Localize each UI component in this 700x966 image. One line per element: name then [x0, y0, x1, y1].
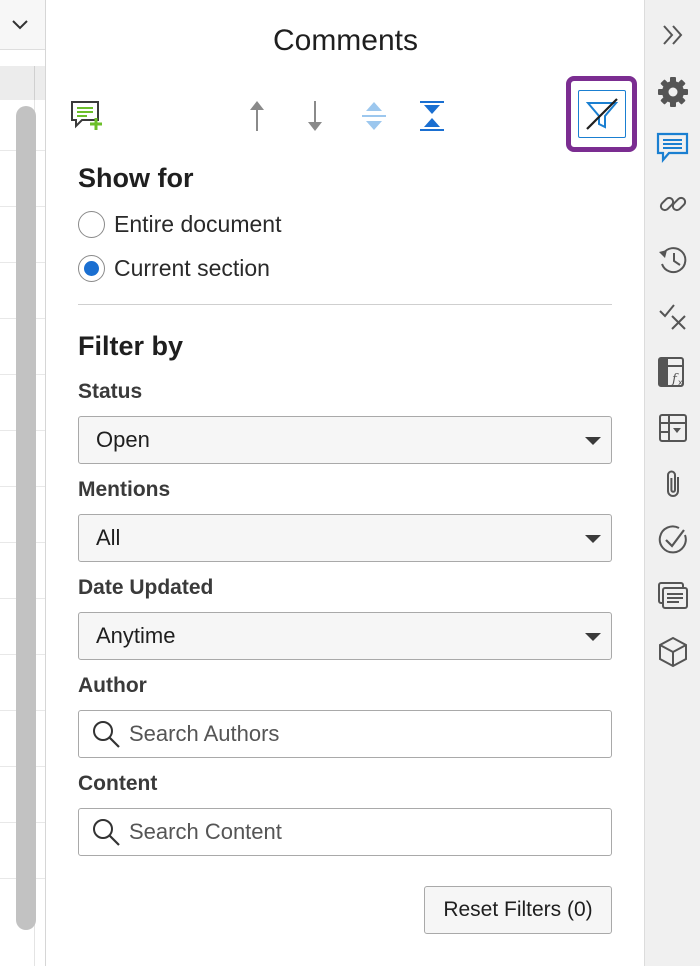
document-area: [0, 0, 46, 966]
previous-comment-button[interactable]: [243, 98, 271, 134]
divider: [78, 304, 612, 305]
add-comment-icon: [71, 101, 102, 130]
search-icon: [93, 721, 120, 748]
filter-by-heading: Filter by: [78, 331, 184, 361]
mentions-label: Mentions: [78, 478, 171, 501]
expand-all-icon: [362, 102, 386, 130]
content-search-box[interactable]: [78, 808, 612, 856]
proofing-button[interactable]: [645, 517, 700, 563]
radio-button[interactable]: [78, 255, 105, 282]
author-label: Author: [78, 674, 147, 697]
paperclip-icon: [667, 470, 679, 497]
caret-down-icon: [585, 633, 601, 641]
content-label: Content: [78, 772, 158, 795]
filter-off-icon: [585, 98, 618, 130]
collapse-panel-icon: [663, 25, 683, 45]
chevron-down-icon[interactable]: [10, 14, 30, 34]
reset-filters-button[interactable]: Reset Filters (0): [424, 886, 612, 934]
list-icon: [658, 582, 688, 609]
arrow-up-icon: [250, 101, 264, 131]
check-circle-icon: [658, 525, 687, 554]
formulas-button[interactable]: f x: [645, 349, 700, 395]
history-button[interactable]: [645, 237, 700, 283]
caret-down-icon: [585, 437, 601, 445]
table-button[interactable]: [645, 405, 700, 451]
filter-toggle-button[interactable]: [566, 76, 637, 152]
next-comment-button[interactable]: [301, 98, 329, 134]
expand-all-button[interactable]: [357, 98, 391, 134]
author-search-input[interactable]: [129, 721, 599, 747]
column-header-row: [0, 66, 45, 100]
table-dropdown-icon: [659, 414, 687, 442]
status-select[interactable]: Open: [78, 416, 612, 464]
date-updated-value: Anytime: [96, 623, 176, 648]
settings-button[interactable]: [645, 69, 700, 115]
show-for-heading: Show for: [78, 163, 194, 193]
outline-button[interactable]: [645, 573, 700, 619]
date-updated-label: Date Updated: [78, 576, 214, 599]
right-icon-rail: f x: [644, 0, 700, 966]
radio-current-section[interactable]: Current section: [78, 255, 270, 282]
comments-panel: Comments Show for Entire document Curren…: [47, 0, 644, 966]
radio-label: Entire document: [114, 211, 282, 237]
cube-icon: [659, 636, 687, 668]
collapse-all-icon: [420, 101, 444, 131]
content-search-input[interactable]: [129, 819, 599, 845]
vertical-scrollbar[interactable]: [16, 106, 36, 930]
formula-icon: f x: [658, 357, 684, 387]
gear-icon: [658, 77, 688, 107]
mentions-value: All: [96, 525, 121, 550]
objects-button[interactable]: [645, 629, 700, 675]
review-button[interactable]: [645, 293, 700, 339]
document-header-strip: [0, 0, 45, 50]
panel-title: Comments: [272, 24, 419, 57]
status-label: Status: [78, 380, 143, 403]
review-icon: [659, 304, 686, 330]
author-search-box[interactable]: [78, 710, 612, 758]
link-icon: [659, 196, 687, 212]
date-updated-select[interactable]: Anytime: [78, 612, 612, 660]
add-comment-button[interactable]: [67, 98, 107, 134]
status-value: Open: [96, 427, 150, 452]
links-button[interactable]: [645, 181, 700, 227]
arrow-down-icon: [308, 101, 322, 131]
search-icon: [93, 819, 120, 846]
history-icon: [659, 247, 687, 274]
caret-down-icon: [585, 535, 601, 543]
radio-button[interactable]: [78, 211, 105, 238]
svg-text:x: x: [678, 378, 683, 387]
mentions-select[interactable]: All: [78, 514, 612, 562]
radio-label: Current section: [114, 255, 270, 281]
radio-entire-document[interactable]: Entire document: [78, 211, 281, 238]
comments-icon: [656, 132, 689, 163]
collapse-all-button[interactable]: [415, 98, 449, 134]
collapse-panel-button[interactable]: [645, 12, 700, 58]
attachments-button[interactable]: [645, 461, 700, 507]
comments-panel-button[interactable]: [645, 125, 700, 171]
